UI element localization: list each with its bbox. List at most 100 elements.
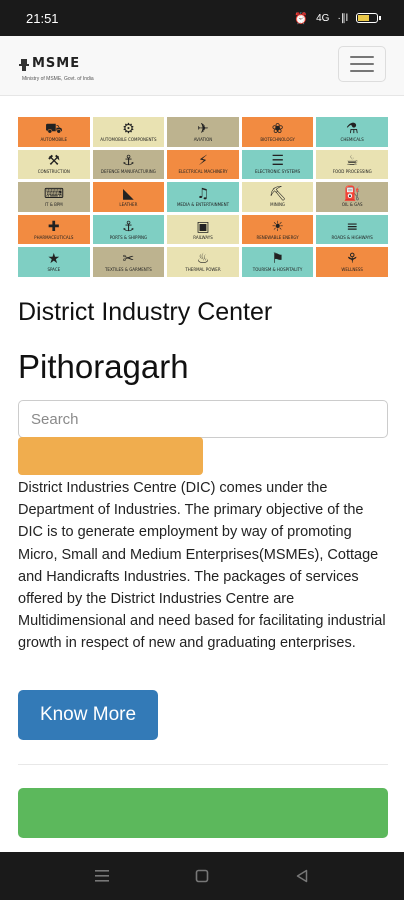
home-icon[interactable] — [191, 865, 213, 887]
sector-tile: ☰ Electronic Systems — [241, 149, 314, 180]
signal-icon: ·∥l — [337, 12, 348, 24]
sector-icon: ★ — [47, 251, 61, 268]
sector-label: Mining — [270, 201, 286, 207]
sector-tile: ✚ Pharmaceuticals — [18, 214, 90, 245]
sector-tile: ⛽ Oil & Gas — [316, 182, 388, 212]
header-navbar: MSME Ministry of MSME, Govt. of India — [0, 36, 404, 96]
alarm-icon: ⏰ — [294, 12, 309, 25]
sector-icon: ☀ — [271, 218, 284, 235]
sector-label: Electrical Machinery — [178, 169, 228, 175]
sector-tile: ≡ Roads & Highways — [316, 214, 388, 245]
sector-icon: ☰ — [271, 153, 284, 170]
sector-tile: ❀ Biotechnology — [241, 117, 314, 147]
sector-label: Roads & Highways — [331, 234, 373, 240]
sector-tile: ♨ Thermal Power — [167, 247, 239, 277]
sector-label: Chemicals — [340, 136, 364, 142]
network-icon: 4G — [316, 12, 330, 24]
sector-label: Media & Entertainment — [176, 201, 230, 207]
sector-label: Leather — [119, 201, 138, 207]
battery-icon — [356, 13, 381, 23]
dic-description: District Industries Centre (DIC) comes u… — [18, 480, 386, 652]
logo-wordmark: MSME — [32, 56, 81, 71]
sector-icon: ⛟ — [44, 120, 63, 137]
sector-label: Ports & Shipping — [109, 234, 148, 240]
sector-label: Textiles & Garments — [104, 267, 152, 273]
sector-icon: ♫ — [196, 185, 210, 202]
sector-label: Food Processing — [332, 169, 372, 175]
sector-tile: ⚒ Construction — [18, 149, 90, 180]
sector-icon: ⚙ — [122, 120, 135, 137]
hamburger-icon-line — [350, 63, 374, 65]
sector-icon: ◣ — [123, 185, 134, 202]
sector-icon: ≡ — [346, 218, 359, 235]
sector-label: Wellness — [341, 267, 363, 273]
sector-label: Construction — [37, 169, 70, 175]
sector-tile: ★ Space — [18, 247, 90, 277]
green-action-bar[interactable] — [18, 788, 388, 838]
sector-icon: ⚓ — [122, 218, 135, 235]
sector-icon: ⚘ — [345, 251, 359, 268]
sector-tile: ✈ Aviation — [167, 117, 239, 147]
sector-tile: ✂ Textiles & Garments — [92, 247, 165, 277]
sector-tile: ☕ Food Processing — [316, 149, 388, 180]
sector-tile: ⚘ Wellness — [316, 247, 388, 277]
sector-tile: ⚙ Automobile Components — [92, 117, 165, 147]
sector-icon: ✚ — [47, 218, 60, 235]
sector-label: Pharmaceuticals — [34, 234, 74, 240]
sector-icon: ⚒ — [47, 153, 61, 170]
search-submit-button[interactable] — [18, 437, 203, 475]
sector-icon: ⚓ — [122, 153, 135, 170]
sector-banner: ⛟ Automobile ⚙ Automobile Components ✈ Aviati… — [18, 117, 388, 277]
sector-label: Automobile Components — [100, 136, 157, 142]
sector-tile: ⌨ IT & BPM — [18, 182, 90, 212]
status-time: 21:51 — [26, 10, 59, 26]
sector-tile: ⚑ Tourism & Hospitality — [241, 247, 314, 277]
sector-label: Renewable Energy — [256, 234, 299, 240]
hamburger-menu-button[interactable] — [338, 46, 386, 82]
sector-tile: ▣ Railways — [167, 214, 239, 245]
hamburger-icon-line — [350, 70, 374, 72]
sector-label: Tourism & Hospitality — [252, 267, 303, 273]
emblem-icon — [19, 59, 29, 71]
sector-tile: ⚗ Chemicals — [316, 117, 388, 147]
sector-icon: ▣ — [196, 218, 210, 235]
sector-label: Railways — [193, 234, 213, 240]
sector-icon: ☕ — [345, 153, 359, 170]
sector-label: IT & BPM — [44, 201, 63, 207]
sector-tile: ⛏ Mining — [241, 182, 314, 212]
sector-tile: ♫ Media & Entertainment — [167, 182, 239, 212]
page-subtitle: District Industry Center — [18, 298, 273, 326]
sector-icon: ⛽ — [343, 185, 361, 202]
sector-icon: ✂ — [122, 251, 135, 268]
recents-icon[interactable] — [91, 865, 113, 887]
sector-tile: ☀ Renewable Energy — [241, 214, 314, 245]
hamburger-icon-line — [350, 56, 374, 58]
sector-icon: ✈ — [197, 120, 209, 137]
divider — [18, 764, 388, 765]
sector-label: Thermal Power — [185, 267, 221, 273]
sector-icon: ⚗ — [345, 120, 359, 137]
back-icon[interactable] — [291, 865, 313, 887]
sector-label: Defence Manufacturing — [100, 169, 156, 175]
msme-logo[interactable]: MSME Ministry of MSME, Govt. of India — [18, 54, 94, 84]
sector-tile: ◣ Leather — [92, 182, 165, 212]
sector-icon: ⌨ — [43, 185, 64, 202]
sector-label: Automobile — [40, 136, 68, 142]
sector-tile: ⚡ Electrical Machinery — [167, 149, 239, 180]
sector-tile: ⚓ Ports & Shipping — [92, 214, 165, 245]
page-title: Pithoragarh — [18, 348, 189, 385]
sector-tile: ⚓ Defence Manufacturing — [92, 149, 165, 180]
status-icons: ⏰ 4G ·∥l — [294, 12, 381, 25]
sector-label: Oil & Gas — [341, 201, 363, 207]
logo-tagline: Ministry of MSME, Govt. of India — [22, 76, 94, 82]
search-input[interactable] — [18, 400, 388, 438]
status-bar: 21:51 ⏰ 4G ·∥l — [0, 0, 404, 36]
sector-icon: ⚡ — [198, 153, 208, 170]
sector-label: Space — [47, 267, 61, 273]
sector-label: Aviation — [193, 136, 213, 142]
sector-label: Biotechnology — [260, 136, 295, 142]
sector-icon: ♨ — [196, 251, 210, 268]
know-more-button[interactable]: Know More — [18, 690, 158, 740]
system-nav-bar — [0, 852, 404, 900]
sector-icon: ❀ — [271, 120, 284, 137]
